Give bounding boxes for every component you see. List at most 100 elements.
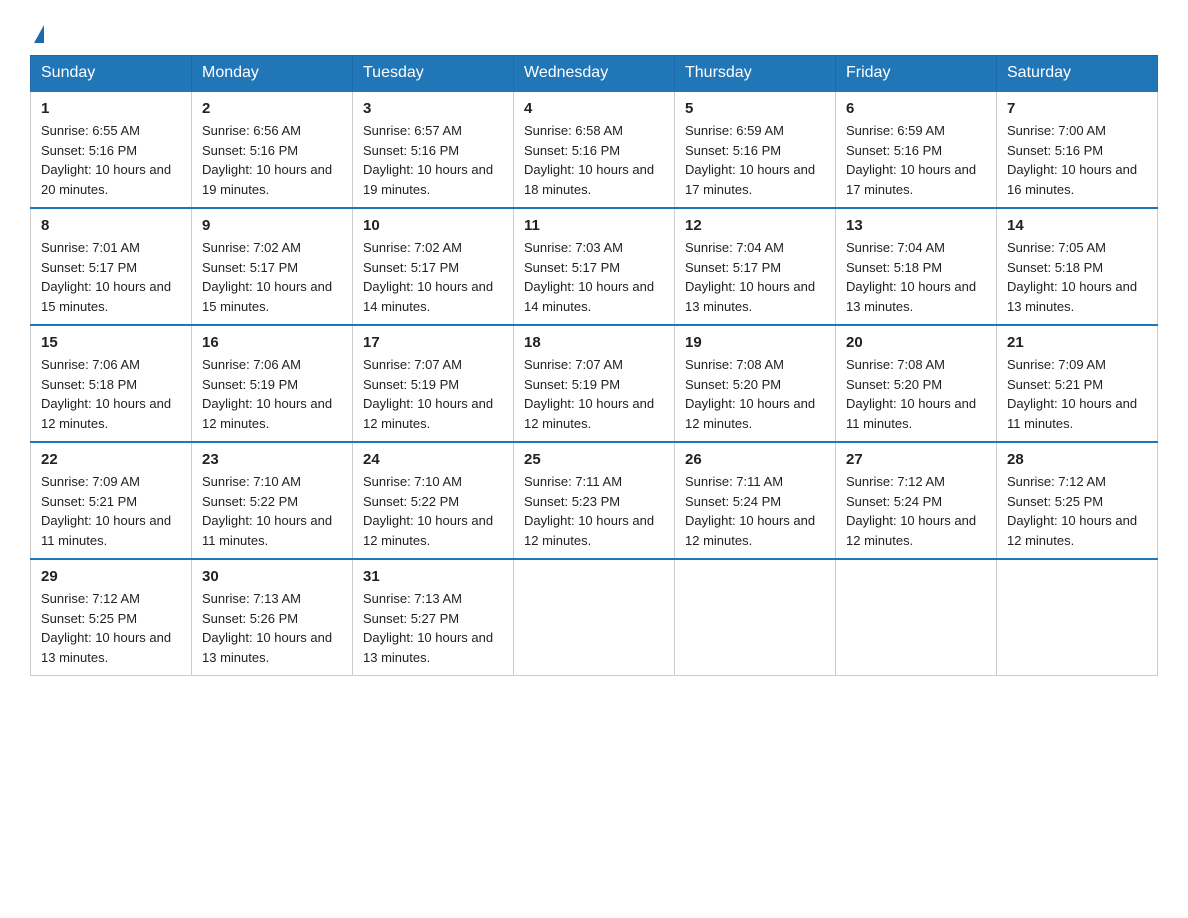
day-number: 3	[363, 100, 503, 117]
calendar-day-cell: 12 Sunrise: 7:04 AMSunset: 5:17 PMDaylig…	[675, 208, 836, 325]
calendar-week-row: 15 Sunrise: 7:06 AMSunset: 5:18 PMDaylig…	[31, 325, 1158, 442]
calendar-day-header: Wednesday	[514, 56, 675, 92]
calendar-week-row: 29 Sunrise: 7:12 AMSunset: 5:25 PMDaylig…	[31, 559, 1158, 676]
day-number: 10	[363, 217, 503, 234]
day-number: 11	[524, 217, 664, 234]
logo-triangle-icon	[34, 25, 44, 43]
day-number: 7	[1007, 100, 1147, 117]
calendar-day-cell: 30 Sunrise: 7:13 AMSunset: 5:26 PMDaylig…	[192, 559, 353, 676]
calendar-day-cell: 5 Sunrise: 6:59 AMSunset: 5:16 PMDayligh…	[675, 91, 836, 208]
calendar-day-cell: 16 Sunrise: 7:06 AMSunset: 5:19 PMDaylig…	[192, 325, 353, 442]
day-info: Sunrise: 7:11 AMSunset: 5:24 PMDaylight:…	[685, 474, 815, 548]
day-number: 30	[202, 568, 342, 585]
calendar-day-header: Thursday	[675, 56, 836, 92]
logo	[30, 20, 44, 45]
calendar-day-cell: 27 Sunrise: 7:12 AMSunset: 5:24 PMDaylig…	[836, 442, 997, 559]
day-info: Sunrise: 7:02 AMSunset: 5:17 PMDaylight:…	[202, 240, 332, 314]
day-number: 9	[202, 217, 342, 234]
calendar-day-cell: 13 Sunrise: 7:04 AMSunset: 5:18 PMDaylig…	[836, 208, 997, 325]
day-number: 15	[41, 334, 181, 351]
calendar-week-row: 8 Sunrise: 7:01 AMSunset: 5:17 PMDayligh…	[31, 208, 1158, 325]
calendar-day-header: Tuesday	[353, 56, 514, 92]
calendar-day-cell: 7 Sunrise: 7:00 AMSunset: 5:16 PMDayligh…	[997, 91, 1158, 208]
calendar-day-cell: 29 Sunrise: 7:12 AMSunset: 5:25 PMDaylig…	[31, 559, 192, 676]
day-info: Sunrise: 7:12 AMSunset: 5:24 PMDaylight:…	[846, 474, 976, 548]
day-number: 6	[846, 100, 986, 117]
day-number: 20	[846, 334, 986, 351]
calendar-day-cell	[514, 559, 675, 676]
day-info: Sunrise: 6:57 AMSunset: 5:16 PMDaylight:…	[363, 123, 493, 197]
day-info: Sunrise: 7:03 AMSunset: 5:17 PMDaylight:…	[524, 240, 654, 314]
day-number: 31	[363, 568, 503, 585]
day-info: Sunrise: 7:09 AMSunset: 5:21 PMDaylight:…	[41, 474, 171, 548]
calendar-day-cell: 18 Sunrise: 7:07 AMSunset: 5:19 PMDaylig…	[514, 325, 675, 442]
calendar-day-cell: 1 Sunrise: 6:55 AMSunset: 5:16 PMDayligh…	[31, 91, 192, 208]
calendar-day-cell	[836, 559, 997, 676]
calendar-day-header: Friday	[836, 56, 997, 92]
day-number: 8	[41, 217, 181, 234]
day-info: Sunrise: 7:12 AMSunset: 5:25 PMDaylight:…	[1007, 474, 1137, 548]
day-number: 4	[524, 100, 664, 117]
calendar-day-cell: 11 Sunrise: 7:03 AMSunset: 5:17 PMDaylig…	[514, 208, 675, 325]
day-number: 12	[685, 217, 825, 234]
day-info: Sunrise: 7:05 AMSunset: 5:18 PMDaylight:…	[1007, 240, 1137, 314]
calendar-table: SundayMondayTuesdayWednesdayThursdayFrid…	[30, 55, 1158, 676]
calendar-day-cell: 17 Sunrise: 7:07 AMSunset: 5:19 PMDaylig…	[353, 325, 514, 442]
day-number: 1	[41, 100, 181, 117]
day-info: Sunrise: 7:09 AMSunset: 5:21 PMDaylight:…	[1007, 357, 1137, 431]
day-info: Sunrise: 7:07 AMSunset: 5:19 PMDaylight:…	[524, 357, 654, 431]
day-number: 16	[202, 334, 342, 351]
day-info: Sunrise: 6:55 AMSunset: 5:16 PMDaylight:…	[41, 123, 171, 197]
day-info: Sunrise: 6:59 AMSunset: 5:16 PMDaylight:…	[685, 123, 815, 197]
day-number: 17	[363, 334, 503, 351]
day-info: Sunrise: 7:04 AMSunset: 5:17 PMDaylight:…	[685, 240, 815, 314]
day-number: 2	[202, 100, 342, 117]
day-info: Sunrise: 7:11 AMSunset: 5:23 PMDaylight:…	[524, 474, 654, 548]
day-number: 13	[846, 217, 986, 234]
day-info: Sunrise: 7:01 AMSunset: 5:17 PMDaylight:…	[41, 240, 171, 314]
day-number: 29	[41, 568, 181, 585]
day-info: Sunrise: 7:13 AMSunset: 5:27 PMDaylight:…	[363, 591, 493, 665]
calendar-day-cell	[997, 559, 1158, 676]
calendar-day-cell: 3 Sunrise: 6:57 AMSunset: 5:16 PMDayligh…	[353, 91, 514, 208]
day-info: Sunrise: 7:10 AMSunset: 5:22 PMDaylight:…	[363, 474, 493, 548]
day-info: Sunrise: 6:56 AMSunset: 5:16 PMDaylight:…	[202, 123, 332, 197]
day-number: 26	[685, 451, 825, 468]
calendar-day-cell: 31 Sunrise: 7:13 AMSunset: 5:27 PMDaylig…	[353, 559, 514, 676]
day-info: Sunrise: 7:00 AMSunset: 5:16 PMDaylight:…	[1007, 123, 1137, 197]
day-info: Sunrise: 7:13 AMSunset: 5:26 PMDaylight:…	[202, 591, 332, 665]
day-info: Sunrise: 7:12 AMSunset: 5:25 PMDaylight:…	[41, 591, 171, 665]
day-number: 22	[41, 451, 181, 468]
calendar-day-cell: 23 Sunrise: 7:10 AMSunset: 5:22 PMDaylig…	[192, 442, 353, 559]
calendar-day-cell: 2 Sunrise: 6:56 AMSunset: 5:16 PMDayligh…	[192, 91, 353, 208]
day-number: 24	[363, 451, 503, 468]
day-info: Sunrise: 7:08 AMSunset: 5:20 PMDaylight:…	[846, 357, 976, 431]
day-number: 14	[1007, 217, 1147, 234]
day-number: 21	[1007, 334, 1147, 351]
day-info: Sunrise: 6:59 AMSunset: 5:16 PMDaylight:…	[846, 123, 976, 197]
calendar-day-cell: 15 Sunrise: 7:06 AMSunset: 5:18 PMDaylig…	[31, 325, 192, 442]
day-number: 28	[1007, 451, 1147, 468]
calendar-day-cell: 14 Sunrise: 7:05 AMSunset: 5:18 PMDaylig…	[997, 208, 1158, 325]
calendar-day-cell: 10 Sunrise: 7:02 AMSunset: 5:17 PMDaylig…	[353, 208, 514, 325]
day-info: Sunrise: 7:06 AMSunset: 5:19 PMDaylight:…	[202, 357, 332, 431]
day-info: Sunrise: 7:04 AMSunset: 5:18 PMDaylight:…	[846, 240, 976, 314]
day-number: 5	[685, 100, 825, 117]
calendar-day-cell: 24 Sunrise: 7:10 AMSunset: 5:22 PMDaylig…	[353, 442, 514, 559]
calendar-day-header: Monday	[192, 56, 353, 92]
calendar-day-cell: 20 Sunrise: 7:08 AMSunset: 5:20 PMDaylig…	[836, 325, 997, 442]
calendar-day-cell: 4 Sunrise: 6:58 AMSunset: 5:16 PMDayligh…	[514, 91, 675, 208]
day-number: 25	[524, 451, 664, 468]
calendar-day-cell	[675, 559, 836, 676]
day-info: Sunrise: 7:10 AMSunset: 5:22 PMDaylight:…	[202, 474, 332, 548]
day-number: 23	[202, 451, 342, 468]
day-info: Sunrise: 7:06 AMSunset: 5:18 PMDaylight:…	[41, 357, 171, 431]
calendar-week-row: 1 Sunrise: 6:55 AMSunset: 5:16 PMDayligh…	[31, 91, 1158, 208]
calendar-day-cell: 8 Sunrise: 7:01 AMSunset: 5:17 PMDayligh…	[31, 208, 192, 325]
calendar-day-cell: 19 Sunrise: 7:08 AMSunset: 5:20 PMDaylig…	[675, 325, 836, 442]
day-info: Sunrise: 7:08 AMSunset: 5:20 PMDaylight:…	[685, 357, 815, 431]
page-header	[30, 20, 1158, 45]
calendar-week-row: 22 Sunrise: 7:09 AMSunset: 5:21 PMDaylig…	[31, 442, 1158, 559]
calendar-day-cell: 22 Sunrise: 7:09 AMSunset: 5:21 PMDaylig…	[31, 442, 192, 559]
calendar-header-row: SundayMondayTuesdayWednesdayThursdayFrid…	[31, 56, 1158, 92]
